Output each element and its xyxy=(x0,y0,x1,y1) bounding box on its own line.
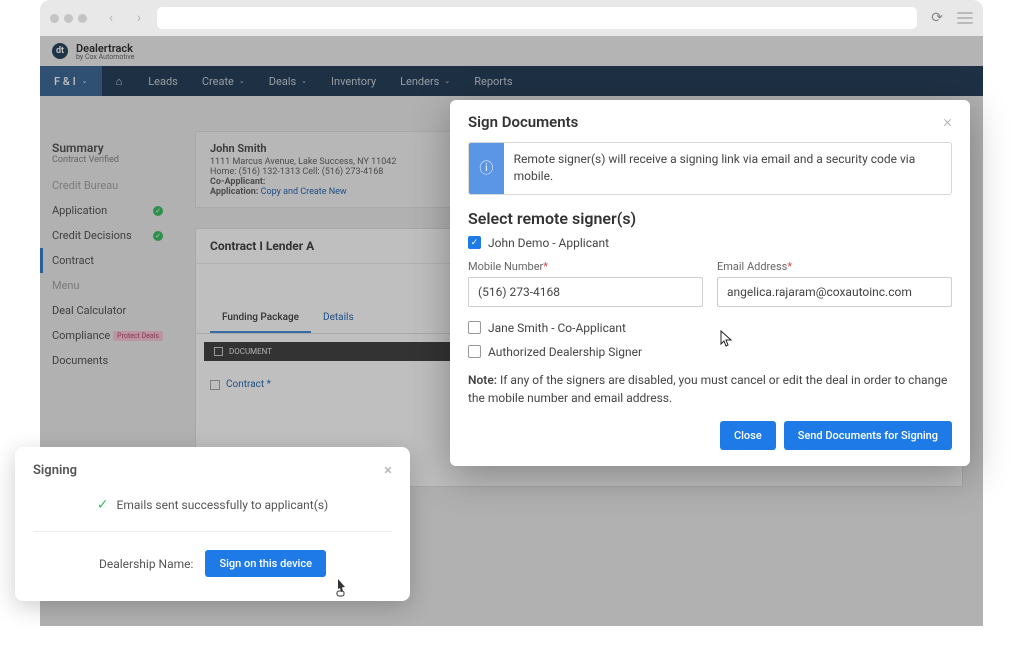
sidebar-item-credit-decisions[interactable]: Credit Decisions ✓ xyxy=(40,223,175,248)
main-navbar: F & I⌄ ⌂ Leads Create⌄ Deals⌄ Inventory … xyxy=(40,66,983,96)
menu-icon[interactable] xyxy=(957,12,973,24)
sidebar-item-documents[interactable]: Documents xyxy=(40,348,175,373)
modal-note: Note: If any of the signers are disabled… xyxy=(468,371,952,407)
tab-funding-package[interactable]: Funding Package xyxy=(210,304,311,333)
email-label: Email Address* xyxy=(717,260,952,273)
forward-icon[interactable]: › xyxy=(129,8,149,28)
signer-1-label: John Demo - Applicant xyxy=(488,236,609,250)
sign-documents-modal: Sign Documents × ⓘ Remote signer(s) will… xyxy=(450,100,970,466)
send-documents-button[interactable]: Send Documents for Signing xyxy=(784,421,952,450)
signer-2-label: Jane Smith - Co-Applicant xyxy=(488,321,626,335)
sidebar-item-label: Documents xyxy=(52,354,108,367)
brand-logo-icon: dt xyxy=(52,43,68,59)
signer-3-label: Authorized Dealership Signer xyxy=(488,345,642,359)
cursor-pointer-icon xyxy=(333,578,349,602)
doc-checkbox[interactable] xyxy=(210,380,220,390)
sidebar-item-menu[interactable]: Menu xyxy=(40,273,175,298)
sign-on-device-button[interactable]: Sign on this device xyxy=(205,550,326,577)
application-label: Application: xyxy=(210,187,258,197)
doc-link[interactable]: Contract * xyxy=(226,379,271,390)
chevron-down-icon: ⌄ xyxy=(239,77,245,85)
copy-create-link[interactable]: Copy and Create New xyxy=(261,187,347,197)
nav-inventory[interactable]: Inventory xyxy=(319,75,388,88)
checkbox-icon[interactable] xyxy=(468,321,481,334)
dot-red[interactable] xyxy=(50,14,59,23)
checkbox-checked-icon[interactable]: ✓ xyxy=(468,236,481,249)
signer-2-row[interactable]: Jane Smith - Co-Applicant xyxy=(468,321,952,335)
nav-leads[interactable]: Leads xyxy=(136,75,190,88)
nav-deals[interactable]: Deals⌄ xyxy=(257,75,319,88)
nav-reports[interactable]: Reports xyxy=(462,75,524,88)
sidebar-item-label: Contract xyxy=(52,254,94,267)
nav-create[interactable]: Create⌄ xyxy=(190,75,257,88)
email-input[interactable] xyxy=(717,277,952,307)
signer-3-row[interactable]: Authorized Dealership Signer xyxy=(468,345,952,359)
cursor-arrow-icon xyxy=(720,330,734,352)
sidebar-item-label: Deal Calculator xyxy=(52,304,126,317)
check-icon: ✓ xyxy=(97,497,109,513)
chevron-down-icon: ⌄ xyxy=(82,77,88,85)
mobile-label: Mobile Number* xyxy=(468,260,703,273)
nav-fni[interactable]: F & I⌄ xyxy=(40,66,102,96)
close-button[interactable]: Close xyxy=(720,421,776,450)
sidebar-item-deal-calculator[interactable]: Deal Calculator xyxy=(40,298,175,323)
chevron-down-icon: ⌄ xyxy=(301,77,307,85)
close-icon[interactable]: × xyxy=(384,461,392,479)
sidebar-item-application[interactable]: Application ✓ xyxy=(40,198,175,223)
brand-bar: dt Dealertrack by Cox Automotive xyxy=(40,36,983,66)
home-icon[interactable]: ⌂ xyxy=(102,75,137,88)
brand-subtitle: by Cox Automotive xyxy=(76,53,134,61)
check-ok-icon: ✓ xyxy=(153,231,163,241)
address-bar[interactable] xyxy=(157,7,917,29)
compliance-badge: Protect Deals xyxy=(113,331,163,341)
sidebar-summary-sub: Contract Verified xyxy=(40,155,175,173)
sidebar-item-credit-bureau[interactable]: Credit Bureau xyxy=(40,173,175,198)
co-applicant-label: Co-Applicant: xyxy=(210,177,265,187)
select-signer-header: Select remote signer(s) xyxy=(468,209,952,228)
browser-chrome: ‹ › ⟳ xyxy=(40,0,983,36)
signing-success-msg: ✓ Emails sent successfully to applicant(… xyxy=(33,497,392,532)
info-banner: ⓘ Remote signer(s) will receive a signin… xyxy=(468,142,952,195)
dot-green[interactable] xyxy=(78,14,87,23)
signing-title: Signing xyxy=(33,463,77,478)
sidebar-item-label: Credit Bureau xyxy=(52,179,118,192)
checkbox-icon[interactable] xyxy=(468,345,481,358)
reload-icon[interactable]: ⟳ xyxy=(925,10,949,26)
sidebar-item-contract[interactable]: Contract xyxy=(40,248,175,273)
sidebar-item-label: Credit Decisions xyxy=(52,229,132,242)
signer-1-row[interactable]: ✓ John Demo - Applicant xyxy=(468,236,952,250)
tab-details[interactable]: Details xyxy=(311,304,366,333)
modal-title: Sign Documents xyxy=(468,113,578,131)
back-icon[interactable]: ‹ xyxy=(101,8,121,28)
sidebar-item-compliance[interactable]: ComplianceProtect Deals xyxy=(40,323,175,348)
info-icon: ⓘ xyxy=(469,143,504,194)
check-ok-icon: ✓ xyxy=(153,206,163,216)
signing-popup: Signing × ✓ Emails sent successfully to … xyxy=(15,447,410,601)
mobile-input[interactable] xyxy=(468,277,703,307)
sidebar-item-label: Application xyxy=(52,204,107,217)
sidebar-item-label: Menu xyxy=(52,279,80,292)
sidebar-item-label: Compliance xyxy=(52,329,110,342)
info-text: Remote signer(s) will receive a signing … xyxy=(504,143,951,194)
close-icon[interactable]: × xyxy=(943,112,952,132)
nav-lenders[interactable]: Lenders⌄ xyxy=(388,75,462,88)
dealership-name-label: Dealership Name: xyxy=(99,557,193,571)
window-dots xyxy=(50,14,87,23)
chevron-down-icon: ⌄ xyxy=(444,77,450,85)
dot-yellow[interactable] xyxy=(64,14,73,23)
sidebar-summary[interactable]: Summary xyxy=(40,141,175,155)
